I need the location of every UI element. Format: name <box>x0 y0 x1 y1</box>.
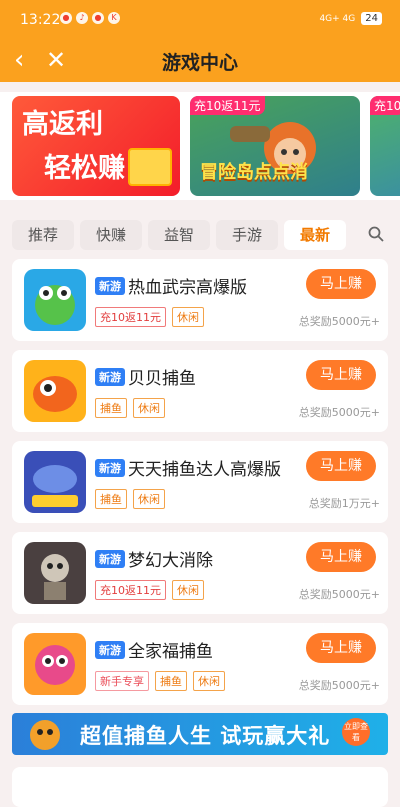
game-label: 休闲 <box>172 580 204 600</box>
network-label: 4G+ 4G <box>319 13 356 24</box>
notification-icon: ● <box>92 12 104 24</box>
tiktok-icon: ♪ <box>76 12 88 24</box>
tab-mobile-games[interactable]: 手游 <box>216 220 278 250</box>
game-label: 捕鱼 <box>95 398 127 418</box>
total-reward: 总奖励1万元+ <box>308 497 380 510</box>
game-icon-pufferfish <box>24 633 86 695</box>
banner-rebate[interactable]: 高返利 轻松赚 <box>12 96 180 196</box>
earn-now-button[interactable]: 马上赚 <box>306 542 376 572</box>
total-reward: 总奖励5000元+ <box>298 315 380 328</box>
game-label: 充10返11元 <box>95 580 166 600</box>
promo-text: 超值捕鱼人生 试玩赢大礼 <box>80 724 331 748</box>
promo-character-icon <box>30 720 60 750</box>
game-labels: 充10返11元 休闲 <box>95 307 204 327</box>
game-label: 捕鱼 <box>155 671 187 691</box>
banner-next[interactable]: 充10 <box>370 96 400 196</box>
game-label: 休闲 <box>133 489 165 509</box>
promo-banner[interactable]: 超值捕鱼人生 试玩赢大礼 立即查看 <box>12 713 388 755</box>
game-icon-shark <box>24 451 86 513</box>
game-title: 梦幻大消除 <box>128 551 213 571</box>
game-card[interactable]: 新游 天天捕鱼达人高爆版 捕鱼 休闲 马上赚 总奖励1万元+ <box>12 441 388 523</box>
earn-now-button[interactable]: 马上赚 <box>306 633 376 663</box>
game-icon-fish <box>24 360 86 422</box>
earn-now-button[interactable]: 马上赚 <box>306 451 376 481</box>
total-reward: 总奖励5000元+ <box>298 588 380 601</box>
game-title: 天天捕鱼达人高爆版 <box>128 460 281 480</box>
total-reward: 总奖励5000元+ <box>298 406 380 419</box>
game-title: 全家福捕鱼 <box>128 642 213 662</box>
tab-newest[interactable]: 最新 <box>284 220 346 250</box>
game-label: 休闲 <box>172 307 204 327</box>
new-game-badge: 新游 <box>95 641 125 659</box>
game-labels: 新手专享 捕鱼 休闲 <box>95 671 225 691</box>
search-icon[interactable] <box>368 226 384 242</box>
game-labels: 捕鱼 休闲 <box>95 489 165 509</box>
tab-puzzle[interactable]: 益智 <box>148 220 210 250</box>
earn-now-button[interactable]: 马上赚 <box>306 269 376 299</box>
game-title: 贝贝捕鱼 <box>128 369 196 389</box>
banner-badge-next: 充10 <box>370 96 400 115</box>
game-label: 休闲 <box>133 398 165 418</box>
top-header: ‹ ✕ 游戏中心 <box>0 42 400 82</box>
game-card[interactable]: 新游 梦幻大消除 充10返11元 休闲 马上赚 总奖励5000元+ <box>12 532 388 614</box>
weibo-icon: ● <box>60 12 72 24</box>
earn-now-button[interactable]: 马上赚 <box>306 360 376 390</box>
game-label: 休闲 <box>193 671 225 691</box>
game-title: 热血武宗高爆版 <box>128 278 247 298</box>
status-app-icons: ● ♪ ● K <box>60 12 120 24</box>
banner-badge: 充10返11元 <box>190 96 265 115</box>
category-tabs: 推荐 快赚 益智 手游 最新 <box>0 212 400 258</box>
battery-icon: 24 <box>361 12 382 25</box>
banner-rebate-line1: 高返利 <box>22 109 103 140</box>
banner-carousel: 高返利 轻松赚 充10返11元 冒险岛点点消 充10 <box>0 92 400 200</box>
status-time: 13:22 <box>20 12 61 28</box>
total-reward: 总奖励5000元+ <box>298 679 380 692</box>
new-game-badge: 新游 <box>95 459 125 477</box>
game-labels: 捕鱼 休闲 <box>95 398 165 418</box>
new-game-badge: 新游 <box>95 550 125 568</box>
banner-game[interactable]: 充10返11元 冒险岛点点消 <box>190 96 360 196</box>
game-label: 新手专享 <box>95 671 149 691</box>
banner-game-title: 冒险岛点点消 <box>200 162 308 183</box>
game-icon-skeleton <box>24 542 86 604</box>
banner-rebate-line2: 轻松赚 <box>44 153 125 184</box>
gift-icon <box>128 148 172 186</box>
page-title: 游戏中心 <box>161 52 238 74</box>
game-card[interactable]: 新游 全家福捕鱼 新手专享 捕鱼 休闲 马上赚 总奖励5000元+ <box>12 623 388 705</box>
game-card-partial[interactable] <box>12 767 388 807</box>
app-k-icon: K <box>108 12 120 24</box>
game-icon-frog <box>24 269 86 331</box>
tab-recommend[interactable]: 推荐 <box>12 220 74 250</box>
status-bar: 13:22 ● ♪ ● K 4G+ 4G 24 <box>0 0 400 42</box>
game-card[interactable]: 新游 热血武宗高爆版 充10返11元 休闲 马上赚 总奖励5000元+ <box>12 259 388 341</box>
status-right: 4G+ 4G 24 <box>319 12 382 25</box>
new-game-badge: 新游 <box>95 277 125 295</box>
game-label: 捕鱼 <box>95 489 127 509</box>
new-game-badge: 新游 <box>95 368 125 386</box>
game-label: 充10返11元 <box>95 307 166 327</box>
game-labels: 充10返11元 休闲 <box>95 580 204 600</box>
game-card[interactable]: 新游 贝贝捕鱼 捕鱼 休闲 马上赚 总奖励5000元+ <box>12 350 388 432</box>
tab-quick-earn[interactable]: 快赚 <box>80 220 142 250</box>
promo-view-button[interactable]: 立即查看 <box>342 718 370 746</box>
